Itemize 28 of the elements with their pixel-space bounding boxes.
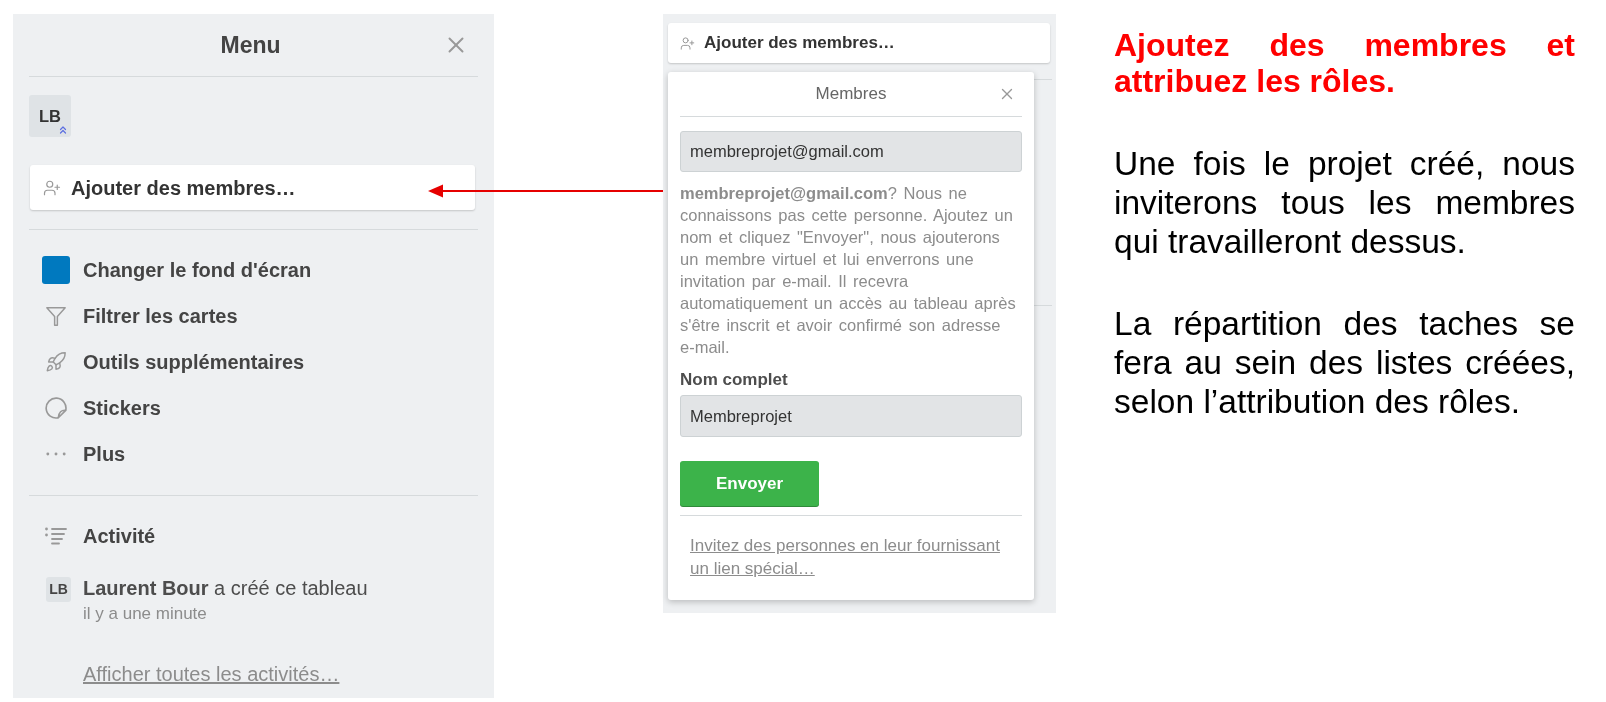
headline: Ajoutez des membres et attribuez les rôles. [1114,27,1575,99]
ellipsis-icon [45,452,66,456]
name-label: Nom complet [680,370,789,390]
add-members-button[interactable]: Ajouter des membres… [668,23,1050,63]
filter-icon [44,305,67,327]
menu-item[interactable]: Stickers [29,385,478,431]
menu-item[interactable]: Changer le fond d'écran [29,247,478,293]
member-avatar[interactable]: LB [29,95,71,137]
explanation-paragraph: Une fois le projet créé, nous inviterons tous les membres qui travailleront dessus. [1114,144,1575,261]
user-plus-icon [680,35,695,51]
activity-heading: Activité [83,524,156,549]
user-plus-icon [43,178,61,197]
explanation-paragraph: La répartition des taches se fera au sein des listes créées, selon l’attribution des rôles. [1114,304,1575,421]
member-avatar[interactable]: LB [46,577,71,602]
menu-item[interactable]: Filtrer les cartes [29,293,478,339]
popup-title: Membres [814,83,888,106]
add-members-button[interactable]: Ajouter des membres… [30,165,475,210]
rocket-icon [44,351,67,373]
activity-entry-text: Laurent Bour a créé ce tableau [83,576,368,600]
activity-time: il y a une minute [83,604,208,624]
list-icon [44,527,67,545]
menu-item[interactable]: Plus [29,431,478,477]
email-field[interactable]: membreprojet@gmail.com [680,131,1022,172]
unknown-member-message: membreprojet@gmail.com? Nous ne connaissons pas cette personne. Ajoutez un nom et cliquez "Envoyer", nous ajouterons un membre virtuel et lui enverrons une invitation par e-mail. Il recevra automatiquement un accès au tableau après s'être inscrit et avoir confirmé son adresse e-mail. [680,183,1017,358]
menu-title: Menu [219,30,282,60]
sticker-icon [44,397,67,419]
menu-item[interactable]: Outils supplémentaires [29,339,478,385]
full-name-field[interactable]: Membreprojet [680,395,1022,437]
